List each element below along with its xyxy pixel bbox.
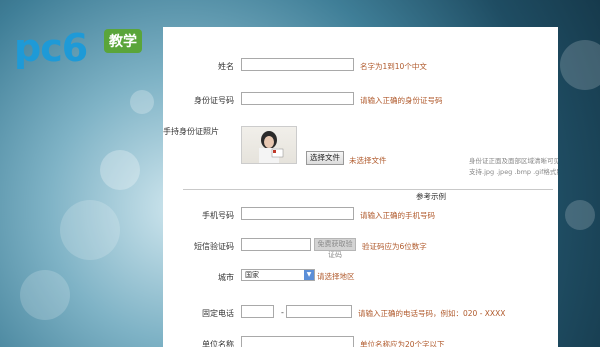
registration-form-panel: 姓名 名字为1到10个中文 身份证号码 请输入正确的身份证号码 手持身份证照片 … [163,27,558,347]
id-number-hint: 请输入正确的身份证号码 [360,96,443,105]
landline-label: 固定电话 [202,309,234,318]
id-number-input[interactable] [241,92,354,105]
bokeh-light [60,200,120,260]
bokeh-light [560,40,600,90]
person-holding-id-icon [259,131,284,163]
landline-area-code-input[interactable] [241,305,274,318]
city-label: 城市 [218,273,234,282]
city-select[interactable]: 国家 ▼ [241,269,315,281]
id-number-label: 身份证号码 [194,96,234,105]
landline-separator: - [281,308,284,317]
phone-input[interactable] [241,207,354,220]
send-sms-code-button[interactable]: 免费获取验证码 [314,238,356,259]
no-file-chosen-text: 未选择文件 [349,156,387,165]
city-selected-value: 国家 [245,271,259,279]
id-photo-desc-2: 支持.jpg .jpeg .bmp .gif格式照片，大小不超过5M [469,168,558,176]
phone-label: 手机号码 [202,211,234,220]
id-photo-desc-1: 身份证正面及面部区域清晰可见。 [469,157,558,165]
choose-file-button[interactable]: 选择文件 [306,151,344,165]
section-divider [183,189,553,190]
bokeh-light [20,270,70,320]
landline-number-input[interactable] [286,305,352,318]
bokeh-light [130,90,154,114]
company-hint: 单位名称应为20个字以下 [360,340,445,347]
bokeh-light [565,200,595,230]
company-label: 单位名称 [202,340,234,347]
id-photo-sample-caption: 参考示例 [416,192,446,201]
logo-text: pc6 [14,26,88,70]
sms-code-input[interactable] [241,238,311,251]
sms-code-hint: 验证码应为6位数字 [362,242,427,251]
id-photo-label: 手持身份证照片 [163,127,219,136]
name-hint: 名字为1到10个中文 [360,62,427,71]
chevron-down-icon: ▼ [304,270,314,280]
company-input[interactable] [241,336,354,347]
id-photo-sample-image [241,126,297,164]
bokeh-light [100,150,140,190]
landline-hint: 请输入正确的电话号码，例如：020 - XXXX [358,309,506,318]
sms-code-label: 短信验证码 [194,242,234,251]
phone-hint: 请输入正确的手机号码 [360,211,435,220]
logo-badge: 教学 [104,29,142,53]
city-hint: 请选择地区 [317,272,355,281]
name-label: 姓名 [218,62,234,71]
pc6-logo: pc6 [14,26,88,70]
name-input[interactable] [241,58,354,71]
